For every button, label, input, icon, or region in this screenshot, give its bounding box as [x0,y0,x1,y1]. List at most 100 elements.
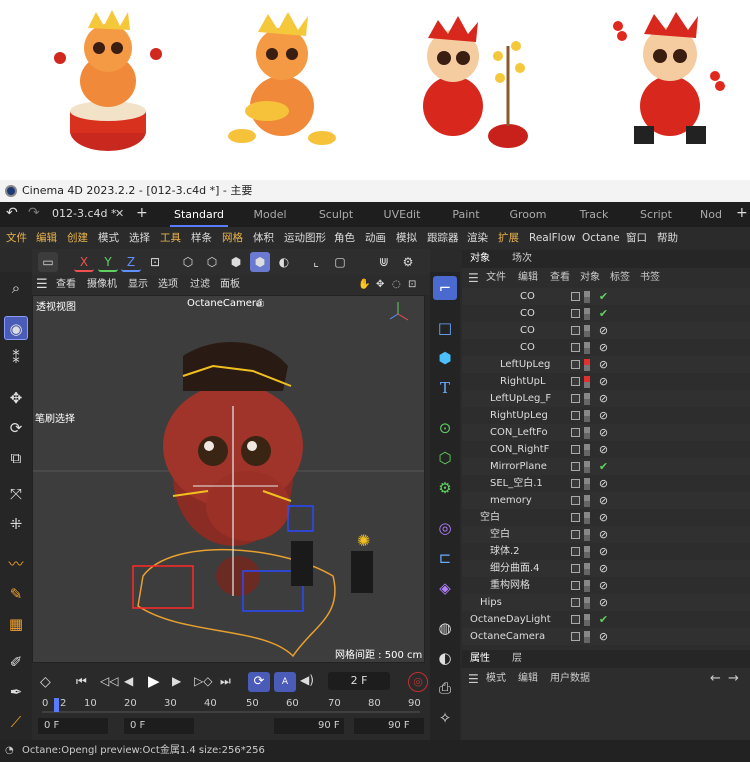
disabled-icon[interactable]: ⊘ [596,578,611,593]
undo-icon[interactable]: ↶ [6,205,18,221]
rotate-icon[interactable]: ⟳ [4,416,28,440]
layer-checkbox[interactable] [571,564,580,573]
visibility-dots[interactable] [584,291,590,303]
object-row[interactable]: OctaneDayLight ✔ [462,611,750,628]
disabled-icon[interactable]: ⊘ [596,595,611,610]
visibility-dots[interactable] [584,597,590,609]
end-frame-field[interactable]: 90 F [354,718,424,734]
menu-spline[interactable]: 样条 [191,227,212,249]
disabled-icon[interactable]: ⊘ [596,561,611,576]
keyframe-icon[interactable]: ◇ [40,674,51,690]
visibility-dots[interactable] [584,308,590,320]
menu-extensions[interactable]: 扩展 [498,227,519,249]
preview-start-field[interactable]: 0 F [124,718,194,734]
tab-track[interactable]: Track [566,202,622,227]
menu-volume[interactable]: 体积 [253,227,274,249]
object-row[interactable]: 空白 ⊘ [462,509,750,526]
layer-checkbox[interactable] [571,292,580,301]
layer-checkbox[interactable] [571,547,580,556]
tab-script[interactable]: Script [628,202,684,227]
disabled-icon[interactable]: ⊘ [596,408,611,423]
file-tab[interactable]: 012-3.c4d * [52,207,124,220]
next-frame-icon[interactable]: ▶ [172,674,181,688]
mograph-cubes-icon[interactable]: ⬡ [433,446,457,470]
enabled-check-icon[interactable]: ✔ [596,459,611,474]
layer-checkbox[interactable] [571,428,580,437]
cubes-icon[interactable]: ▦ [4,612,28,636]
layer-checkbox[interactable] [571,598,580,607]
viewport-camera-name[interactable]: OctaneCamera [187,298,262,309]
tab-paint[interactable]: Paint [438,202,494,227]
tab-groom[interactable]: Groom [500,202,556,227]
viewport-menu-panel[interactable]: 面板 [220,275,240,295]
z-axis-button[interactable]: Z [121,252,141,272]
object-menu-file[interactable]: 文件 [486,269,506,287]
search-icon[interactable]: ⌕ [4,276,28,300]
cube-primitive-icon[interactable]: ⬢ [433,346,457,370]
snap-settings-icon[interactable]: ⚙ [398,252,418,272]
visibility-dots[interactable] [584,529,590,541]
object-row[interactable]: OctaneCamera ⊘ [462,628,750,645]
object-row[interactable]: CON_LeftFo ⊘ [462,424,750,441]
workplane-icon[interactable]: ▢ [330,252,350,272]
object-mode-icon[interactable]: ▭ [38,252,58,272]
sound-icon[interactable]: ◀) [300,673,314,687]
current-frame-field[interactable]: 2 F [328,672,390,690]
object-row[interactable]: CO ✔ [462,305,750,322]
layer-checkbox[interactable] [571,530,580,539]
layer-checkbox[interactable] [571,377,580,386]
loop-icon[interactable]: ⟳ [248,672,270,692]
tab-sculpt[interactable]: Sculpt [308,202,364,227]
points-mode-icon[interactable]: ⬡ [178,252,198,272]
pan-hand-icon[interactable]: ✋ [358,275,370,295]
snap-icon[interactable]: ⁜ [4,512,28,536]
go-to-end-icon[interactable]: ⏭ [220,674,231,689]
menu-mograph[interactable]: 运动图形 [284,227,326,249]
go-to-start-icon[interactable]: ⏮ [76,674,87,689]
previous-frame-icon[interactable]: ◀ [124,674,133,688]
previous-key-icon[interactable]: ◁◁ [100,674,118,688]
enabled-check-icon[interactable]: ✔ [596,289,611,304]
live-select-icon[interactable]: ◉ [4,316,28,340]
volume-builder-icon[interactable]: ◈ [433,576,457,600]
tab-uvedit[interactable]: UVEdit [374,202,430,227]
visibility-dots[interactable] [584,342,590,354]
object-menu-bookmarks[interactable]: 书签 [640,269,660,287]
deformer-bend-icon[interactable]: ◎ [433,516,457,540]
layer-checkbox[interactable] [571,411,580,420]
coordinate-system-icon[interactable]: ⊡ [145,252,165,272]
layer-checkbox[interactable] [571,326,580,335]
layer-checkbox[interactable] [571,479,580,488]
disabled-icon[interactable]: ⊘ [596,544,611,559]
layer-checkbox[interactable] [571,496,580,505]
auto-key-icon[interactable]: A [274,672,296,692]
move-view-icon[interactable]: ✥ [376,275,384,295]
camera-object-icon[interactable]: ⎙ [433,676,457,700]
tab-attributes[interactable]: 属性 [470,650,490,668]
rectangle-spline-icon[interactable]: □ [433,316,457,340]
back-arrow-icon[interactable]: ← [710,670,721,688]
tab-takes[interactable]: 场次 [512,250,532,268]
disabled-icon[interactable]: ⊘ [596,493,611,508]
brush-icon[interactable]: ✐ [4,650,28,674]
tab-standard[interactable]: Standard [170,202,228,227]
layer-checkbox[interactable] [571,360,580,369]
layer-checkbox[interactable] [571,309,580,318]
object-row[interactable]: 空白 ⊘ [462,526,750,543]
object-row[interactable]: LeftUpLeg_F ⊘ [462,390,750,407]
visibility-dots[interactable] [584,631,590,643]
add-tab-icon[interactable]: + [136,205,148,221]
layer-checkbox[interactable] [571,462,580,471]
disabled-icon[interactable]: ⊘ [596,476,611,491]
viewport-menu-icon[interactable]: ☰ [36,275,48,295]
spline-draw-icon[interactable]: ✎ [4,582,28,606]
x-axis-button[interactable]: X [74,252,94,272]
edges-mode-icon[interactable]: ⬡ [202,252,222,272]
viewport-menu-view[interactable]: 查看 [56,275,76,295]
disabled-icon[interactable]: ⊘ [596,357,611,372]
y-axis-button[interactable]: Y [98,252,118,272]
object-menu-icon[interactable]: ☰ [468,269,479,287]
layer-checkbox[interactable] [571,615,580,624]
disabled-icon[interactable]: ⊘ [596,340,611,355]
text-object-icon[interactable]: T [433,376,457,400]
